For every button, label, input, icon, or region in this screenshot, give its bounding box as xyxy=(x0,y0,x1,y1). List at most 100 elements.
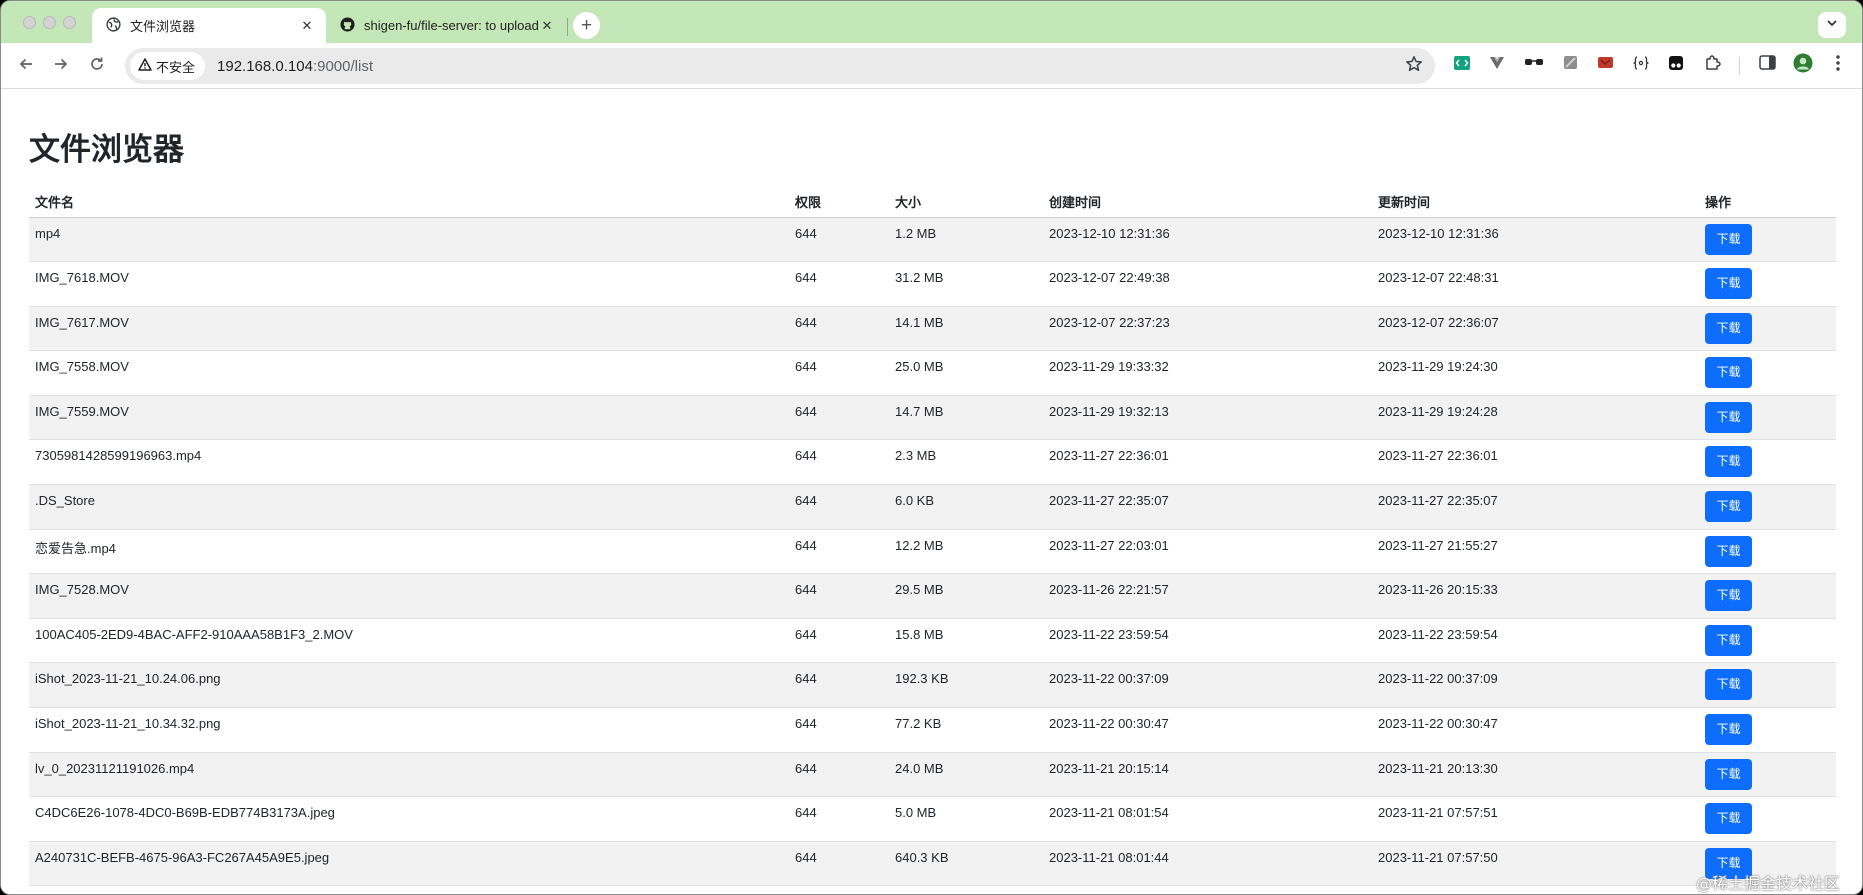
download-button[interactable]: 下载 xyxy=(1705,580,1752,612)
column-header-size: 大小 xyxy=(889,187,1043,218)
permission-cell: 644 xyxy=(789,752,889,798)
action-cell: 下载 xyxy=(1699,752,1836,798)
reload-button[interactable] xyxy=(84,53,110,79)
download-button[interactable]: 下载 xyxy=(1705,357,1752,389)
download-button[interactable]: 下载 xyxy=(1705,624,1752,656)
table-row: IMG_7618.MOV 644 31.2 MB 2023-12-07 22:49:3… xyxy=(29,261,1836,307)
size-cell: 14.1 MB xyxy=(889,306,1043,352)
created-time-cell: 2023-12-07 22:37:23 xyxy=(1043,306,1372,352)
minimize-window-button[interactable] xyxy=(43,16,56,29)
file-name-cell: mp4 xyxy=(29,217,789,263)
size-cell: 2.3 MB xyxy=(889,439,1043,486)
column-header-filename: 文件名 xyxy=(29,187,789,218)
browser-menu-button[interactable] xyxy=(1827,54,1849,76)
table-row: C4DC6E26-1078-4DC0-B69B-EDB774B3173A.jpe… xyxy=(29,796,1836,842)
extension-json-button[interactable] xyxy=(1630,54,1652,76)
puzzle-piece-icon xyxy=(1704,54,1721,76)
reload-icon xyxy=(89,56,105,77)
back-button[interactable] xyxy=(13,53,39,79)
file-name-cell: 7305981428599196963.mp4 xyxy=(29,439,789,486)
table-row: IMG_7617.MOV 644 14.1 MB 2023-12-07 22:37:2… xyxy=(29,306,1836,352)
tab-separator xyxy=(567,18,568,36)
created-time-cell: 2023-11-22 23:59:54 xyxy=(1043,618,1372,664)
table-row: lv_0_20231121191026.mp4 644 24.0 MB 2023-11… xyxy=(29,752,1836,798)
permission-cell: 644 xyxy=(789,662,889,709)
extension-red-button[interactable] xyxy=(1594,54,1616,76)
table-row: 7305981428599196963.mp4 644 2.3 MB 2023-11-… xyxy=(29,439,1836,486)
profile-button[interactable] xyxy=(1792,53,1814,76)
action-cell: 下载 xyxy=(1699,529,1836,575)
security-chip[interactable]: 不安全 xyxy=(130,52,206,80)
file-name-cell: C4DC6E26-1078-4DC0-B69B-EDB774B3173A.jpe… xyxy=(29,796,789,842)
address-bar[interactable]: 不安全 192.168.0.104:9000/list xyxy=(125,48,1435,84)
extension-incognito-button[interactable] xyxy=(1523,54,1545,76)
table-row: 恋爱告急.mp4 644 12.2 MB 2023-11-27 22:03:01 202… xyxy=(29,529,1836,575)
file-name-cell: 恋爱告急.mp4 xyxy=(29,529,789,575)
download-button[interactable]: 下载 xyxy=(1705,491,1752,523)
size-cell: 14.7 MB xyxy=(889,395,1043,441)
permission-cell: 644 xyxy=(789,796,889,842)
extension-code-button[interactable] xyxy=(1451,54,1473,76)
download-button[interactable]: 下载 xyxy=(1705,803,1752,835)
table-header-row: 文件名 权限 大小 创建时间 更新时间 操作 xyxy=(29,187,1836,218)
action-cell: 下载 xyxy=(1699,662,1836,709)
tab-file-browser[interactable]: 文件浏览器 ✕ xyxy=(92,8,326,43)
updated-time-cell: 2023-11-21 07:57:51 xyxy=(1372,796,1699,842)
size-cell: 24.0 MB xyxy=(889,752,1043,798)
globe-icon xyxy=(106,16,121,35)
action-cell: 下载 xyxy=(1699,573,1836,619)
chevron-down-icon xyxy=(1826,16,1838,34)
forward-button[interactable] xyxy=(48,53,74,79)
download-button[interactable]: 下载 xyxy=(1705,312,1752,344)
tab-close-icon[interactable]: ✕ xyxy=(538,17,556,35)
arrow-right-icon xyxy=(53,56,69,77)
download-button[interactable]: 下载 xyxy=(1705,535,1752,567)
file-name-cell: iShot_2023-11-21_10.34.32.png xyxy=(29,707,789,753)
download-button[interactable]: 下载 xyxy=(1705,268,1752,300)
column-header-action: 操作 xyxy=(1699,187,1836,218)
download-button[interactable]: 下载 xyxy=(1705,446,1752,478)
download-button[interactable]: 下载 xyxy=(1705,714,1752,746)
size-cell: 5.0 MB xyxy=(889,796,1043,842)
download-button[interactable]: 下载 xyxy=(1705,223,1752,255)
sunglasses-icon xyxy=(1524,56,1544,74)
download-button[interactable]: 下载 xyxy=(1705,401,1752,433)
download-button[interactable]: 下载 xyxy=(1705,669,1752,701)
file-name-cell: IMG_7559.MOV xyxy=(29,395,789,441)
bookmark-star-button[interactable] xyxy=(1403,55,1425,77)
size-cell: 31.2 MB xyxy=(889,261,1043,307)
created-time-cell: 2023-12-07 22:49:38 xyxy=(1043,261,1372,307)
action-cell: 下载 xyxy=(1699,618,1836,664)
tab-close-icon[interactable]: ✕ xyxy=(298,17,316,35)
size-cell: 6.0 KB xyxy=(889,484,1043,530)
permission-cell: 644 xyxy=(789,350,889,396)
extension-gray-button[interactable] xyxy=(1559,54,1581,76)
tab-search-button[interactable] xyxy=(1818,12,1846,38)
action-cell: 下载 xyxy=(1699,217,1836,263)
updated-time-cell: 2023-12-10 12:31:36 xyxy=(1372,217,1699,263)
tab-github[interactable]: shigen-fu/file-server: to upload ✕ xyxy=(326,8,566,43)
close-window-button[interactable] xyxy=(23,16,36,29)
download-button[interactable]: 下载 xyxy=(1705,758,1752,790)
zoom-window-button[interactable] xyxy=(63,16,76,29)
tab-title: 文件浏览器 xyxy=(130,19,196,34)
url-text[interactable]: 192.168.0.104:9000/list xyxy=(217,58,373,75)
permission-cell: 644 xyxy=(789,707,889,753)
updated-time-cell: 2023-11-22 23:59:54 xyxy=(1372,618,1699,664)
file-name-cell: lv_0_20231121191026.mp4 xyxy=(29,752,789,798)
new-tab-button[interactable]: + xyxy=(573,12,600,39)
action-cell: 下载 xyxy=(1699,484,1836,530)
page-content: 文件浏览器 文件名 权限 大小 创建时间 更新时间 操作 mp4 644 1.2 M… xyxy=(1,90,1862,894)
file-name-cell: IMG_7618.MOV xyxy=(29,261,789,307)
created-time-cell: 2023-11-26 22:21:57 xyxy=(1043,573,1372,619)
updated-time-cell: 2023-11-29 19:24:28 xyxy=(1372,395,1699,441)
updated-time-cell: 2023-12-07 22:48:31 xyxy=(1372,261,1699,307)
extensions-menu-button[interactable] xyxy=(1701,54,1723,76)
extension-vue-button[interactable] xyxy=(1486,54,1508,76)
extension-tampermonkey-button[interactable] xyxy=(1665,54,1687,76)
file-name-cell: iShot_2023-11-21_10.24.06.png xyxy=(29,662,789,709)
updated-time-cell: 2023-11-26 20:15:33 xyxy=(1372,573,1699,619)
side-panel-button[interactable] xyxy=(1756,54,1778,76)
permission-cell: 644 xyxy=(789,217,889,263)
size-cell: 192.3 KB xyxy=(889,662,1043,709)
